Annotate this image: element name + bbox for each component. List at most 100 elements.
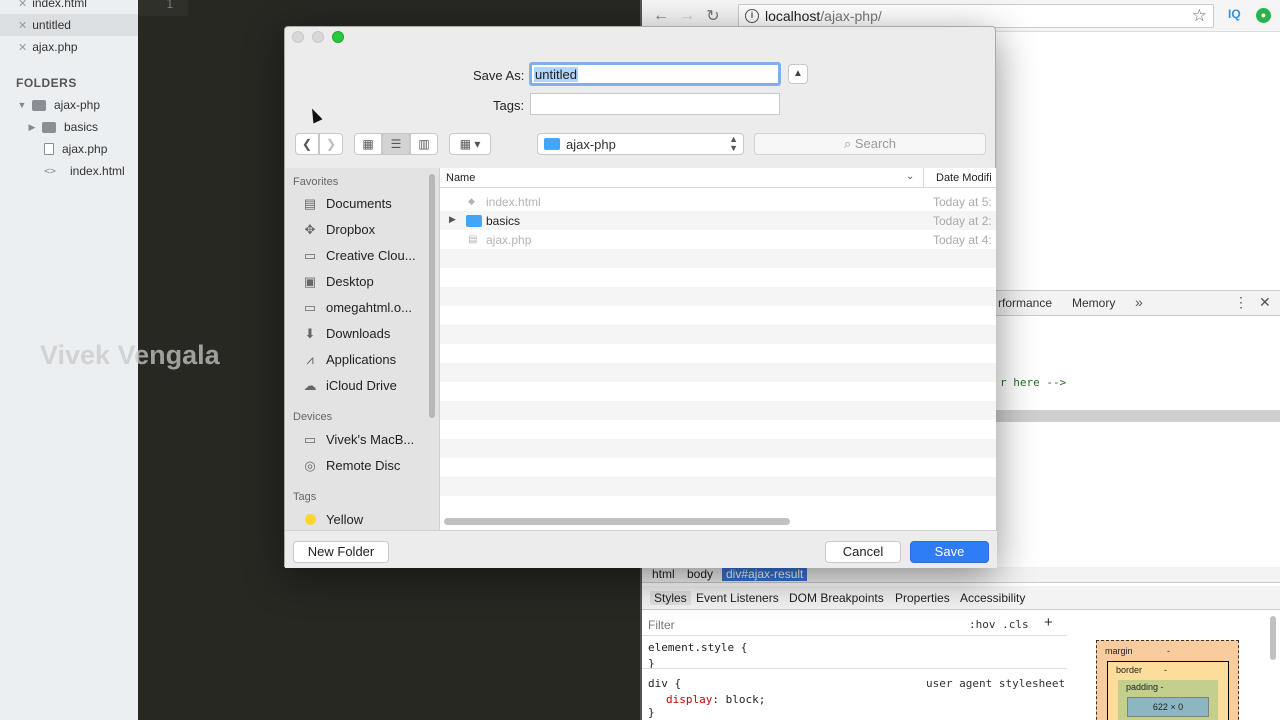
tree-item-ajax-php-file[interactable]: ajax.php [0,138,138,160]
tree-item-ajax-php[interactable]: ▼ ajax-php [0,94,138,116]
folders-heading: FOLDERS [16,76,77,90]
tab-styles[interactable]: Styles [650,591,691,605]
documents-icon: ▤ [303,195,317,211]
folder-icon: ▭ [303,247,317,263]
file-list: Name ⌄ Date Modifi ◆ index.html Today at… [440,168,996,530]
disclosure-closed-icon[interactable]: ▶ [449,214,456,225]
margin-value: - [1167,646,1170,656]
sidebar-item-macbook[interactable]: ▭ Vivek's MacB... [301,432,414,447]
sort-chevron-icon[interactable]: ⌄ [906,171,914,182]
sidebar-item-desktop[interactable]: ▣ Desktop [301,274,374,289]
sidebar-item-documents[interactable]: ▤ Documents [301,196,392,211]
tab-dom-breakpoints[interactable]: DOM Breakpoints [789,591,884,605]
tree-item-index-html[interactable]: <> index.html [0,160,138,182]
back-button[interactable]: ❮ [295,133,319,155]
box-model-diagram: margin - border - padding - 622 × 0 [1096,640,1239,720]
css-rule-close: } [648,706,655,719]
new-folder-button[interactable]: New Folder [293,541,389,563]
group-by-button[interactable]: ▦ ▾ [449,133,491,155]
tab-performance[interactable]: rformance [998,296,1052,310]
column-view-button[interactable]: ▥ [410,133,438,155]
bookmark-star-icon[interactable]: ☆ [1192,6,1207,26]
disclosure-open-icon[interactable]: ▼ [16,100,28,110]
styles-scrollbar[interactable] [1270,616,1276,660]
open-file-item[interactable]: ✕ ajax.php [0,36,138,58]
tab-event-listeners[interactable]: Event Listeners [696,591,779,605]
extension-iq-icon[interactable]: IQ [1228,7,1241,21]
save-button[interactable]: Save [910,541,989,563]
php-file-icon: ▤ [468,234,478,245]
sidebar-item-applications[interactable]: ⩘ Applications [301,352,396,367]
tags-input[interactable] [530,93,780,115]
sidebar-item-icloud-drive[interactable]: ☁ iCloud Drive [301,378,397,393]
tab-memory[interactable]: Memory [1072,296,1115,310]
folder-icon [466,215,482,227]
window-zoom-button[interactable] [332,31,344,43]
close-icon[interactable]: ✕ [18,19,27,32]
breadcrumb: html body div#ajax-result [642,567,1280,583]
styles-tab-bar: Styles Event Listeners DOM Breakpoints P… [642,586,1280,610]
horizontal-scrollbar[interactable] [444,518,790,525]
user-agent-label: user agent stylesheet [926,677,1066,690]
crumb-html[interactable]: html [648,567,679,581]
add-rule-icon[interactable]: + [1044,614,1053,631]
crumb-div-ajax-result[interactable]: div#ajax-result [722,567,808,581]
column-name[interactable]: Name [446,172,475,184]
menu-kebab-icon[interactable]: ⋮ [1234,294,1248,311]
open-file-item[interactable]: ✕ index.html [0,0,138,14]
border-value: - [1164,665,1167,675]
sidebar-item-omegahtml[interactable]: ▭ omegahtml.o... [301,300,412,315]
tab-accessibility[interactable]: Accessibility [960,591,1025,605]
dropbox-icon: ✥ [304,221,316,237]
column-date-modified[interactable]: Date Modifi [923,168,992,188]
more-tabs-icon[interactable]: » [1135,294,1143,310]
tree-item-basics[interactable]: ▶ basics [0,116,138,138]
disclosure-closed-icon[interactable]: ▶ [26,122,38,133]
file-list-header: Name ⌄ Date Modifi [440,168,996,188]
sidebar-item-remote-disc[interactable]: ◎ Remote Disc [301,458,400,473]
close-icon[interactable]: ✕ [18,41,27,54]
sidebar-item-creative-cloud[interactable]: ▭ Creative Clou... [301,248,416,263]
collapse-chevron-icon[interactable]: ▲ [788,64,808,84]
css-declaration[interactable]: display: block; [666,693,765,706]
list-view-button[interactable]: ☰ [382,133,410,155]
close-icon[interactable]: ✕ [18,0,27,10]
search-input[interactable]: ⌕ Search [754,133,986,155]
window-close-button[interactable] [292,31,304,43]
window-minimize-button[interactable] [312,31,324,43]
line-number: 1 [166,0,174,11]
css-rule-selector: div { [648,677,682,690]
cloud-icon: ☁ [303,377,317,393]
url-path: /ajax-php/ [820,8,882,24]
open-file-item[interactable]: ✕ untitled [0,14,138,36]
file-row-basics[interactable]: ▶ basics Today at 2: [440,211,996,230]
box-model-content: 622 × 0 [1127,697,1209,717]
back-icon[interactable]: ← [648,7,674,25]
extension-green-icon[interactable]: ● [1256,8,1271,23]
padding-label: padding - [1126,682,1164,692]
sidebar-item-downloads[interactable]: ⬇ Downloads [301,326,391,341]
margin-label: margin [1105,646,1133,656]
file-icon [44,143,54,155]
disc-icon: ◎ [304,457,316,473]
icon-view-button[interactable]: ▦ [354,133,382,155]
forward-button[interactable]: ❯ [319,133,343,155]
devices-heading: Devices [293,411,333,423]
sidebar-item-dropbox[interactable]: ✥ Dropbox [301,221,376,237]
close-devtools-icon[interactable]: ✕ [1259,294,1271,311]
sidebar-item-tag-yellow[interactable]: Yellow [301,512,363,527]
reload-icon[interactable]: ↻ [700,6,726,26]
cancel-button[interactable]: Cancel [825,541,901,563]
info-icon[interactable]: i [745,9,759,23]
address-bar[interactable]: i localhost/ajax-php/ ☆ [738,4,1214,28]
forward-icon[interactable]: → [674,7,700,25]
hov-cls-toggles[interactable]: :hov .cls [969,618,1029,631]
sidebar-scrollbar[interactable] [429,174,435,418]
save-as-input[interactable]: untitled [529,62,781,86]
styles-filter-row: Filter :hov .cls + [642,612,1067,636]
location-popup[interactable]: ajax-php ▲ ▼ [537,133,744,155]
watermark: Vivek Vengala [40,340,220,370]
crumb-body[interactable]: body [683,567,717,581]
tab-properties[interactable]: Properties [895,591,950,605]
filter-input[interactable]: Filter [648,618,675,632]
